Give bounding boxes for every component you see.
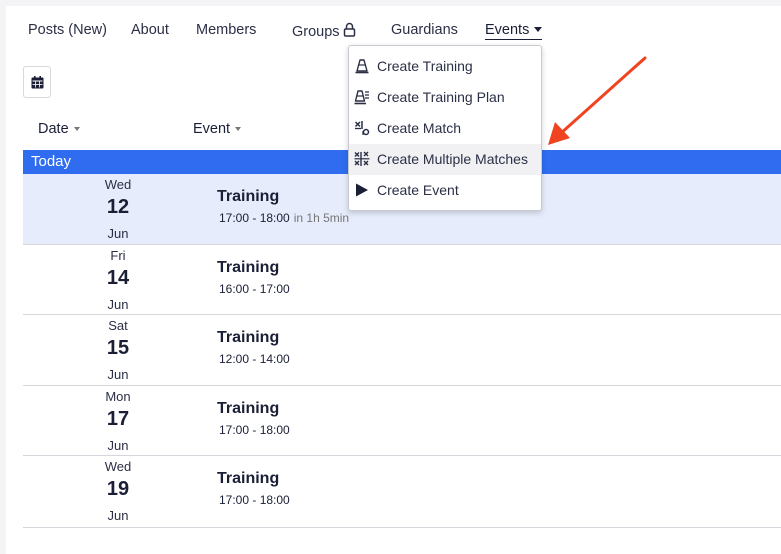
annotation-arrow-icon <box>548 56 647 145</box>
cone-icon <box>355 59 369 74</box>
calendar-view-button[interactable] <box>23 66 51 98</box>
menu-item-create-event[interactable]: Create Event <box>349 175 541 206</box>
event-month: Jun <box>107 508 129 523</box>
training-plan-icon <box>354 90 369 105</box>
event-time-range: 12:00 - 14:00 <box>219 352 290 366</box>
event-time-range: 17:00 - 18:00 <box>219 211 290 225</box>
event-row[interactable]: Mon 17 Jun Training 17:00 - 18:00 <box>23 386 781 456</box>
event-row[interactable]: Sat 15 Jun Training 12:00 - 14:00 <box>23 315 781 386</box>
menu-item-label: Create Event <box>377 182 459 198</box>
event-time: 17:00 - 18:00 <box>219 423 290 437</box>
menu-item-label: Create Training Plan <box>377 89 505 105</box>
menu-item-create-training[interactable]: Create Training <box>349 51 541 82</box>
menu-item-label: Create Training <box>377 58 473 74</box>
event-title[interactable]: Training <box>217 259 279 277</box>
nav-about[interactable]: About <box>131 22 169 38</box>
menu-item-create-training-plan[interactable]: Create Training Plan <box>349 82 541 113</box>
event-time: 12:00 - 14:00 <box>219 352 290 366</box>
events-dropdown-menu: Create Training Create Training Plan Cre… <box>348 45 542 211</box>
event-month: Jun <box>107 297 129 312</box>
nav-posts[interactable]: Posts (New) <box>28 22 107 38</box>
chevron-down-icon <box>534 27 543 32</box>
event-row[interactable]: Fri 14 Jun Training 16:00 - 17:00 <box>23 245 781 315</box>
event-weekday: Wed <box>104 459 132 474</box>
menu-item-create-multiple-matches[interactable]: Create Multiple Matches <box>349 144 541 175</box>
nav-guardians[interactable]: Guardians <box>391 22 458 38</box>
event-column-label: Event <box>193 121 231 137</box>
play-icon <box>356 183 368 197</box>
event-time: 16:00 - 17:00 <box>219 282 290 296</box>
event-title[interactable]: Training <box>217 188 279 206</box>
date-column-label: Date <box>38 121 69 137</box>
menu-item-label: Create Match <box>377 120 462 136</box>
date-column-header[interactable]: Date <box>38 121 80 137</box>
calendar-icon <box>31 75 43 88</box>
event-relative-time: in 1h 5min <box>293 211 350 225</box>
event-day: 15 <box>106 337 130 359</box>
event-weekday: Sat <box>108 318 128 333</box>
event-weekday: Wed <box>104 177 132 192</box>
event-day: 19 <box>106 478 130 500</box>
event-row[interactable]: Wed 19 Jun Training 17:00 - 18:00 <box>23 456 781 528</box>
event-column-header[interactable]: Event <box>193 121 242 137</box>
menu-item-label: Create Multiple Matches <box>377 151 528 167</box>
event-time: 17:00 - 18:00 <box>219 493 290 507</box>
multiple-matches-icon <box>354 151 370 166</box>
event-time-range: 17:00 - 18:00 <box>219 423 290 437</box>
event-title[interactable]: Training <box>217 400 279 418</box>
event-weekday: Fri <box>110 248 126 263</box>
event-month: Jun <box>107 367 129 382</box>
event-month: Jun <box>107 226 129 241</box>
lock-icon <box>343 22 355 37</box>
menu-item-create-match[interactable]: Create Match <box>349 113 541 144</box>
event-day: 12 <box>106 196 130 218</box>
event-title[interactable]: Training <box>217 329 279 347</box>
sort-caret-icon <box>73 127 80 131</box>
nav-events-label: Events <box>485 22 530 38</box>
event-day: 14 <box>106 267 130 289</box>
event-time-range: 16:00 - 17:00 <box>219 282 290 296</box>
sort-caret-icon <box>235 127 242 131</box>
event-month: Jun <box>107 438 129 453</box>
event-title[interactable]: Training <box>217 470 279 488</box>
nav-events[interactable]: Events <box>485 22 543 40</box>
event-day: 17 <box>106 408 130 430</box>
nav-groups[interactable]: Groups <box>292 22 356 40</box>
event-time: 17:00 - 18:00 in 1h 5min <box>219 211 349 225</box>
match-icon <box>354 121 370 136</box>
event-time-range: 17:00 - 18:00 <box>219 493 290 507</box>
nav-members[interactable]: Members <box>196 22 256 38</box>
nav-groups-label: Groups <box>292 24 340 40</box>
event-weekday: Mon <box>105 389 131 404</box>
